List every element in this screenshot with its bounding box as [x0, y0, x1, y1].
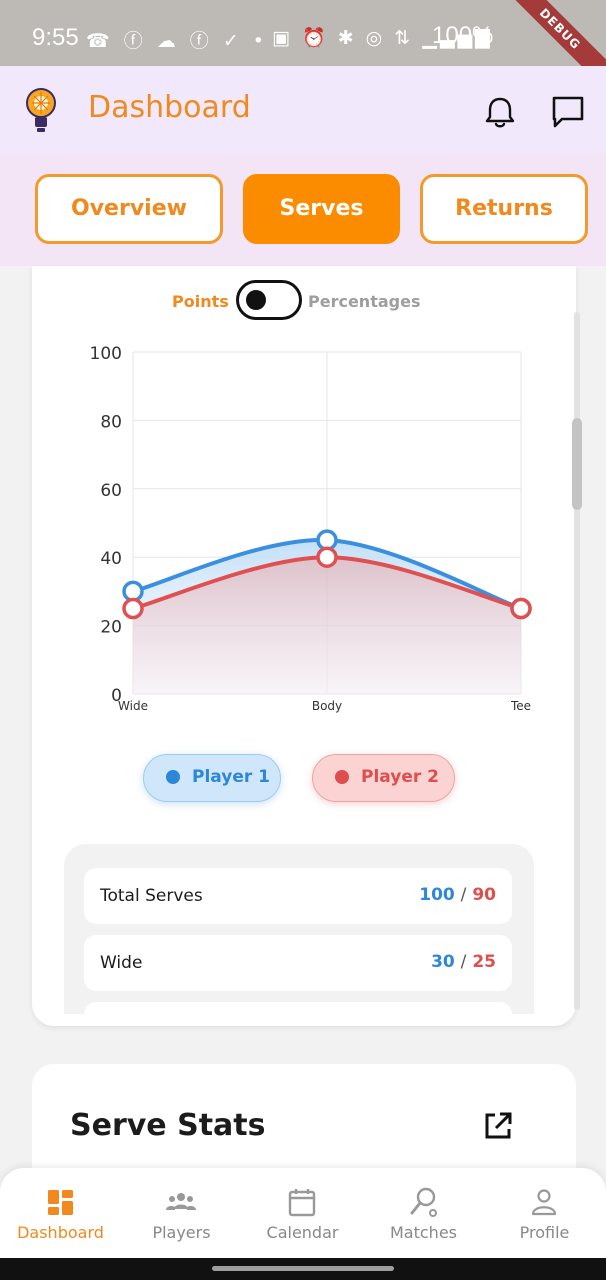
- nav-label: Matches: [390, 1223, 457, 1242]
- player1-dot-icon: [166, 770, 180, 784]
- y-tick-label: 80: [100, 412, 122, 432]
- stat-label: Wide: [100, 953, 143, 973]
- lightbulb-logo-icon: [26, 88, 56, 132]
- profile-icon: [531, 1189, 557, 1216]
- data-point-player-2: [122, 597, 144, 620]
- open-external-icon[interactable]: [482, 1110, 514, 1142]
- stat-row-wide: Wide 30 / 25: [84, 935, 512, 991]
- y-tick-label: 60: [100, 481, 122, 501]
- points-percentages-toggle[interactable]: [236, 280, 302, 320]
- tab-serves[interactable]: Serves: [243, 174, 400, 244]
- nav-calendar[interactable]: Calendar: [242, 1168, 363, 1258]
- legend-player1-label: Player 1: [192, 767, 270, 787]
- y-tick-label: 20: [100, 618, 122, 638]
- data-point-player-1: [122, 580, 144, 603]
- stat-row-partial: [84, 1002, 512, 1014]
- stat-player2-value: 25: [472, 952, 496, 972]
- matches-icon: [410, 1187, 437, 1217]
- toggle-label-percentages: Percentages: [308, 292, 421, 311]
- bell-icon[interactable]: [480, 92, 520, 132]
- tab-returns[interactable]: Returns: [420, 174, 588, 244]
- scrollbar-track[interactable]: [574, 312, 580, 1010]
- stat-player1-value: 100: [419, 885, 455, 905]
- x-tick-label: Wide: [118, 699, 148, 713]
- x-tick-label: Body: [312, 699, 342, 713]
- notification-icons: ☎ ⓕ ☁ ⓕ ✓ •: [86, 30, 268, 52]
- data-point-player-2: [316, 546, 338, 568]
- stat-row-total-serves: Total Serves 100 / 90: [84, 868, 512, 924]
- bottom-navigation: Dashboard Players Calendar Matches Profi…: [0, 1168, 606, 1258]
- page-title: Dashboard: [88, 90, 251, 125]
- scrollbar-thumb[interactable]: [572, 418, 582, 510]
- toggle-label-points: Points: [172, 292, 229, 311]
- nav-label: Dashboard: [17, 1223, 104, 1242]
- x-tick-label: Tee: [510, 699, 531, 713]
- status-bar: 9:55 ☎ ⓕ ☁ ⓕ ✓ • ▣ ⏰ ✱ ◎ ⇅ ▁▃▅▇ 100% DEB…: [0, 0, 606, 94]
- chart-mode-toggle-row: Points Percentages: [32, 280, 576, 322]
- app-bar: Dashboard: [0, 66, 606, 154]
- nav-label: Profile: [519, 1223, 570, 1242]
- serve-chart-card: Points Percentages 100 80 60 40 20 0 Wide Body T…: [32, 266, 576, 1026]
- player2-dot-icon: [335, 770, 349, 784]
- stat-label: Total Serves: [100, 886, 203, 906]
- system-gesture-bar: [0, 1258, 606, 1280]
- nav-label: Calendar: [266, 1223, 339, 1242]
- status-time: 9:55: [32, 24, 79, 51]
- stat-values: 100 / 90: [419, 885, 496, 905]
- serve-stats-title: Serve Stats: [70, 1108, 266, 1143]
- stat-player1-value: 30: [431, 952, 455, 972]
- nav-profile[interactable]: Profile: [484, 1168, 605, 1258]
- calendar-icon: [288, 1189, 316, 1217]
- nav-label: Players: [152, 1223, 211, 1242]
- tab-overview[interactable]: Overview: [35, 174, 223, 244]
- nav-dashboard[interactable]: Dashboard: [0, 1168, 121, 1258]
- dashboard-icon: [48, 1190, 73, 1215]
- legend-player2-label: Player 2: [361, 767, 439, 787]
- stat-separator: /: [460, 952, 467, 972]
- data-point-player-1: [316, 529, 338, 551]
- serve-stats-list: Total Serves 100 / 90 Wide 30 / 25: [64, 844, 534, 1014]
- tab-bar: Overview Serves Returns: [0, 154, 606, 266]
- serve-direction-chart: 100806040200Wide Body Tee: [90, 344, 532, 713]
- home-gesture-handle[interactable]: [212, 1266, 394, 1271]
- legend-player2-button[interactable]: Player 2: [312, 754, 455, 802]
- legend-player1-button[interactable]: Player 1: [143, 754, 281, 802]
- nav-players[interactable]: Players: [121, 1168, 242, 1258]
- stat-separator: /: [460, 885, 467, 905]
- stat-player2-value: 90: [472, 885, 496, 905]
- players-icon: [166, 1193, 196, 1210]
- y-tick-label: 40: [100, 549, 122, 569]
- toggle-knob: [246, 290, 266, 310]
- y-tick-label: 100: [90, 344, 122, 364]
- stat-values: 30 / 25: [431, 952, 496, 972]
- battery-level: 100%: [432, 22, 494, 49]
- chat-icon[interactable]: [548, 92, 588, 132]
- nav-matches[interactable]: Matches: [363, 1168, 484, 1258]
- data-point-player-2: [510, 597, 532, 620]
